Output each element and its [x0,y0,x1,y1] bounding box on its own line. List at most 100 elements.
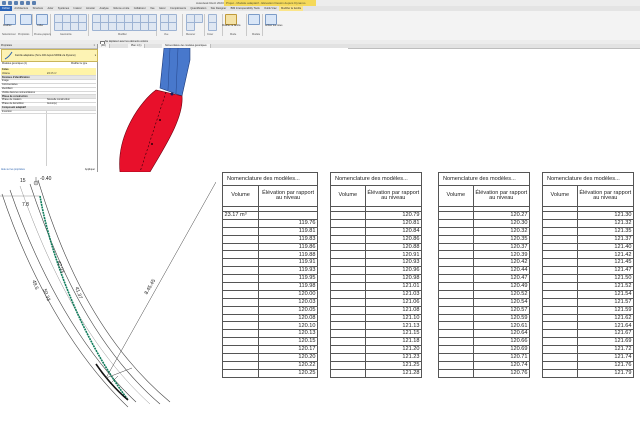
elevation-cell[interactable]: 121.45 [577,259,633,267]
elevation-cell[interactable]: 120.39 [473,251,529,259]
volume-cell[interactable] [543,361,578,369]
elevation-cell[interactable]: 120.69 [473,346,529,354]
volume-cell[interactable] [439,267,474,275]
elevation-cell[interactable]: 121.20 [365,346,421,354]
elevation-cell[interactable]: 120.93 [365,259,421,267]
volume-cell[interactable] [331,290,366,298]
volume-cell[interactable] [543,227,578,235]
elevation-cell[interactable]: 121.08 [365,306,421,314]
column-header-volume[interactable]: Volume [223,186,259,207]
elevation-cell[interactable]: 121.15 [365,330,421,338]
volume-cell[interactable] [543,275,578,283]
table-row[interactable]: 121.30 [543,212,634,220]
elevation-cell[interactable]: 120.76 [473,369,529,377]
elevation-cell[interactable]: 120.57 [473,306,529,314]
volume-cell[interactable] [439,306,474,314]
plan-view[interactable]: -0.40 8.45.45 41.37 42.03 50.33 49.5 7.8… [0,172,216,427]
table-row[interactable]: 119.91 [223,259,318,267]
elevation-cell[interactable]: 121.72 [577,346,633,354]
table-row[interactable]: 121.72 [543,346,634,354]
type-selector-preview[interactable]: Famille adaptative (Terre 400 depuis MOD… [1,49,98,62]
elevation-cell[interactable]: 120.44 [473,267,529,275]
table-row[interactable]: 120.00 [223,290,318,298]
tool-button-icon[interactable] [194,14,203,23]
table-row[interactable]: 120.88 [331,243,422,251]
elevation-cell[interactable]: 121.42 [577,251,633,259]
table-row[interactable]: 121.45 [543,259,634,267]
volume-cell[interactable] [331,275,366,283]
properties-icon[interactable] [20,14,32,25]
type-selector-row[interactable]: Modèles génériques (1) Modifier le type [1,62,96,66]
table-row[interactable]: 119.81 [223,227,318,235]
table-row[interactable]: 120.35 [439,235,530,243]
elevation-cell[interactable]: 120.91 [365,251,421,259]
elevation-cell[interactable]: 120.79 [365,212,421,220]
elevation-cell[interactable]: 121.13 [365,322,421,330]
elevation-cell[interactable]: 120.98 [365,275,421,283]
volume-cell[interactable] [439,330,474,338]
volume-cell[interactable] [543,243,578,251]
elevation-cell[interactable]: 120.05 [259,306,318,314]
table-row[interactable]: 121.06 [331,298,422,306]
table-row[interactable]: 120.86 [331,235,422,243]
elevation-cell[interactable]: 121.76 [577,361,633,369]
table-row[interactable]: 120.96 [331,267,422,275]
table-row[interactable]: 119.95 [223,275,318,283]
table-row[interactable]: 120.47 [439,275,530,283]
volume-cell[interactable] [331,306,366,314]
table-row[interactable]: 121.59 [543,306,634,314]
volume-cell[interactable] [439,314,474,322]
volume-cell[interactable] [331,298,366,306]
elevation-cell[interactable]: 120.47 [473,275,529,283]
control-point[interactable] [151,143,153,145]
volume-cell[interactable] [223,227,259,235]
elevation-cell[interactable]: 121.79 [577,369,633,377]
volume-cell[interactable] [439,251,474,259]
volume-cell[interactable] [331,330,366,338]
table-row[interactable]: 119.76 [223,219,318,227]
elevation-cell[interactable]: 120.59 [473,314,529,322]
table-row[interactable]: 121.03 [331,290,422,298]
elevation-cell[interactable]: 121.25 [365,361,421,369]
elevation-cell[interactable]: 120.49 [473,283,529,291]
table-row[interactable]: 120.66 [439,338,530,346]
volume-cell[interactable] [331,267,366,275]
table-row[interactable]: 119.88 [223,251,318,259]
control-point[interactable] [171,93,174,96]
table-row[interactable]: 121.01 [331,283,422,291]
table-row[interactable]: 121.40 [543,243,634,251]
table-row[interactable]: 121.47 [543,267,634,275]
volume-cell[interactable] [223,330,259,338]
elevation-cell[interactable]: 121.57 [577,298,633,306]
volume-cell[interactable] [331,369,366,377]
volume-cell[interactable] [223,243,259,251]
volume-cell[interactable] [543,298,578,306]
volume-cell[interactable] [543,322,578,330]
blue-mass[interactable] [160,48,190,96]
volume-cell[interactable] [223,361,259,369]
elevation-cell[interactable]: 120.81 [365,219,421,227]
modify-family-button[interactable]: Modifier la famille [222,24,241,27]
table-row[interactable]: 120.71 [439,354,530,362]
table-row[interactable]: 121.76 [543,361,634,369]
elevation-cell[interactable]: 121.50 [577,275,633,283]
table-row[interactable]: 120.91 [331,251,422,259]
table-row[interactable]: 120.54 [439,298,530,306]
column-header-volume[interactable]: Volume [543,186,578,207]
elevation-cell[interactable]: 119.76 [259,219,318,227]
table-row[interactable]: 121.25 [331,361,422,369]
volume-cell[interactable] [223,235,259,243]
volume-cell[interactable] [439,235,474,243]
volume-cell[interactable] [331,212,366,220]
volume-cell[interactable] [439,361,474,369]
table-row[interactable]: 120.93 [331,259,422,267]
volume-cell[interactable] [223,267,259,275]
volume-cell[interactable] [439,354,474,362]
table-row[interactable]: 121.28 [331,369,422,377]
table-row[interactable]: 120.17 [223,346,318,354]
elevation-cell[interactable]: 120.61 [473,322,529,330]
plan-drawing[interactable] [0,172,216,427]
table-row[interactable]: 120.76 [439,369,530,377]
volume-cell[interactable] [439,259,474,267]
elevation-cell[interactable]: 121.28 [365,369,421,377]
